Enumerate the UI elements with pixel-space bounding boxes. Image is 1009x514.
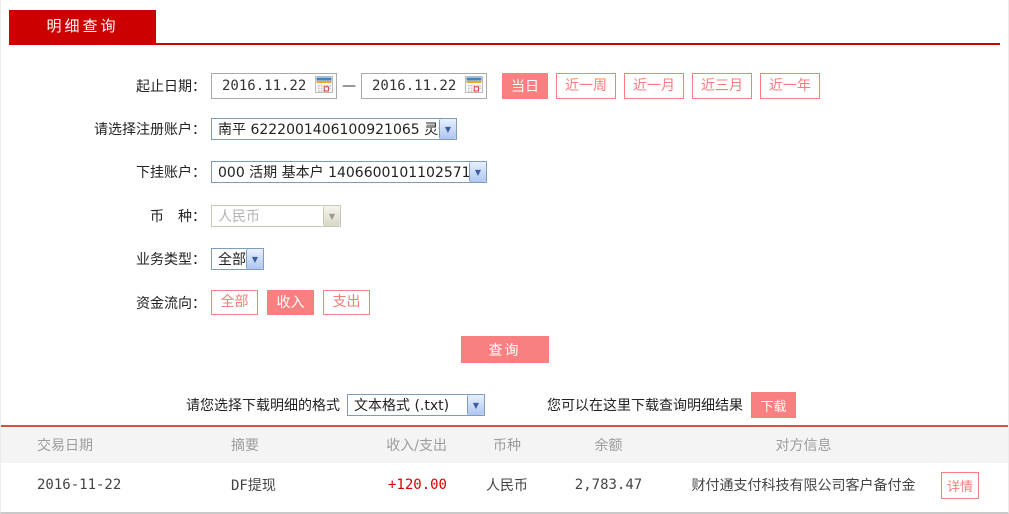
cell-counterparty: 财付通支付科技有限公司客户备付金 <box>691 478 916 494</box>
table-header: 交易日期 摘要 收入/支出 币种 余额 对方信息 <box>1 427 1008 463</box>
start-date-value: 2016.11.22 <box>222 78 307 94</box>
table-row: 2016-11-22 DF提现 +120.00 人民币 2,783.47 财付通… <box>1 463 1008 507</box>
fund-flow-expense-button[interactable]: 支出 <box>323 290 370 315</box>
quick-range-today-button[interactable]: 当日 <box>502 73 548 99</box>
quick-range-year-button[interactable]: 近一年 <box>760 73 820 99</box>
business-type-row: 业务类型： 全部 ▼ <box>1 248 1008 270</box>
query-button[interactable]: 查询 <box>460 336 549 363</box>
download-button[interactable]: 下载 <box>751 392 796 418</box>
date-range-label: 起止日期： <box>136 79 206 95</box>
fund-flow-all-button[interactable]: 全部 <box>211 290 258 315</box>
query-form: 起止日期： 2016.11.22 — 2016.11.22 当日 近一周 近一月… <box>1 73 1008 418</box>
sub-account-row: 下挂账户： 000 活期 基本户 1406600101102571848 ▼ <box>1 161 1008 183</box>
cell-amount: +120.00 <box>387 477 447 493</box>
quick-range-month-button[interactable]: 近一月 <box>624 73 684 99</box>
register-account-value: 南平 6222001406100921065 灵通卡 <box>218 122 439 138</box>
results-table: 交易日期 摘要 收入/支出 币种 余额 对方信息 2016-11-22 DF提现… <box>1 425 1008 507</box>
quick-range-buttons: 当日 近一周 近一月 近三月 近一年 <box>502 73 828 99</box>
download-hint: 您可以在这里下载查询明细结果 <box>547 398 743 414</box>
fund-flow-income-button[interactable]: 收入 <box>267 290 314 315</box>
chevron-down-icon[interactable]: ▼ <box>439 119 456 139</box>
calendar-icon[interactable] <box>465 75 483 97</box>
end-date-input[interactable]: 2016.11.22 <box>361 73 487 99</box>
register-account-label: 请选择注册账户： <box>94 122 206 138</box>
header-summary: 摘要 <box>231 438 259 454</box>
calendar-icon[interactable] <box>315 75 333 97</box>
cell-summary: DF提现 <box>231 478 276 494</box>
chevron-down-icon[interactable]: ▼ <box>467 395 484 415</box>
quick-range-3months-button[interactable]: 近三月 <box>692 73 752 99</box>
header-counterparty: 对方信息 <box>775 438 832 454</box>
sub-account-select[interactable]: 000 活期 基本户 1406600101102571848 ▼ <box>211 161 487 183</box>
business-type-select[interactable]: 全部 ▼ <box>211 248 264 270</box>
date-separator: — <box>342 78 356 94</box>
end-date-value: 2016.11.22 <box>372 78 457 94</box>
register-account-row: 请选择注册账户： 南平 6222001406100921065 灵通卡 ▼ <box>1 118 1008 140</box>
currency-value: 人民币 <box>218 209 260 225</box>
currency-row: 币 种： 人民币 ▼ <box>1 205 1008 227</box>
tab-detail-query[interactable]: 明细查询 <box>9 10 156 43</box>
currency-select: 人民币 ▼ <box>211 205 341 227</box>
chevron-down-icon: ▼ <box>323 206 340 226</box>
chevron-down-icon[interactable]: ▼ <box>246 249 263 269</box>
cell-currency: 人民币 <box>486 478 528 494</box>
detail-query-panel: 明细查询 起止日期： 2016.11.22 — 2016.11.22 当日 近一… <box>0 0 1009 514</box>
sub-account-label: 下挂账户： <box>136 165 206 181</box>
quick-range-week-button[interactable]: 近一周 <box>556 73 616 99</box>
fund-flow-row: 资金流向： 全部 收入 支出 <box>1 290 1008 315</box>
business-type-value: 全部 <box>218 252 246 268</box>
sub-account-value: 000 活期 基本户 1406600101102571848 <box>218 165 469 181</box>
start-date-input[interactable]: 2016.11.22 <box>211 73 337 99</box>
chevron-down-icon[interactable]: ▼ <box>469 162 486 182</box>
register-account-select[interactable]: 南平 6222001406100921065 灵通卡 ▼ <box>211 118 457 140</box>
cell-balance: 2,783.47 <box>574 477 643 493</box>
cell-date: 2016-11-22 <box>37 477 122 493</box>
business-type-label: 业务类型： <box>136 252 206 268</box>
download-format-label: 请您选择下载明细的格式 <box>186 398 340 414</box>
download-format-select[interactable]: 文本格式 (.txt) ▼ <box>347 394 485 416</box>
date-range-row: 起止日期： 2016.11.22 — 2016.11.22 当日 近一周 近一月… <box>1 73 1008 99</box>
tab-bar: 明细查询 <box>9 10 1000 45</box>
header-balance: 余额 <box>594 438 623 454</box>
download-format-value: 文本格式 (.txt) <box>354 398 450 414</box>
detail-button[interactable]: 详情 <box>941 471 979 499</box>
header-date: 交易日期 <box>37 438 93 454</box>
fund-flow-label: 资金流向： <box>136 295 206 312</box>
query-button-row: 查询 <box>1 336 1008 363</box>
header-currency: 币种 <box>493 438 521 454</box>
download-row: 请您选择下载明细的格式 文本格式 (.txt) ▼ 您可以在这里下载查询明细结果… <box>186 392 1008 418</box>
currency-label: 币 种： <box>150 209 206 225</box>
header-amount: 收入/支出 <box>386 438 447 454</box>
